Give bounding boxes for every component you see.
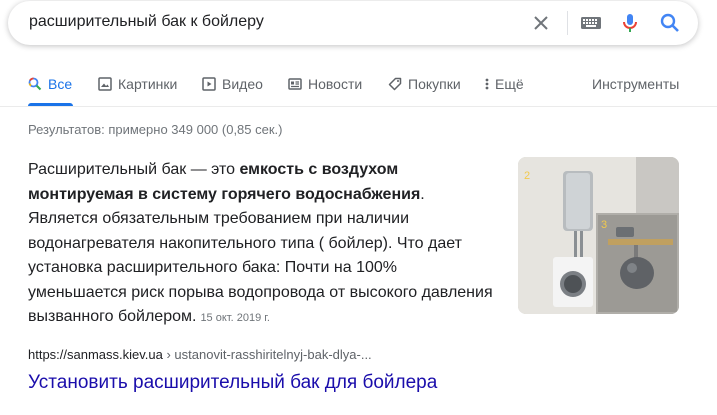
search-box[interactable]: расширительный бак к бойлеру (8, 1, 698, 45)
tab-video[interactable]: Видео (202, 76, 263, 92)
tab-more[interactable]: Ещё (484, 76, 524, 92)
more-vert-icon (485, 78, 489, 90)
result-url: https://sanmass.kiev.ua › ustanovit-rass… (28, 347, 372, 362)
tab-label: Картинки (118, 76, 178, 92)
tab-news[interactable]: Новости (288, 76, 362, 92)
clear-icon[interactable] (529, 11, 553, 35)
image-label-3: 3 (601, 219, 607, 231)
image-label-2: 2 (524, 170, 530, 182)
video-icon (202, 77, 216, 91)
keyboard-icon[interactable] (579, 11, 603, 35)
tab-images[interactable]: Картинки (98, 76, 177, 92)
snippet-date: 15 окт. 2019 г. (200, 312, 270, 324)
snippet-image[interactable]: 2 3 (518, 157, 679, 314)
image-icon (98, 77, 112, 91)
boiler-photo: 2 3 (518, 157, 679, 314)
tab-all[interactable]: Все (28, 76, 72, 92)
search-submit-icon[interactable] (658, 11, 682, 35)
result-path: › ustanovit-rasshiritelnyj-bak-dlya-... (162, 347, 372, 362)
search-input[interactable]: расширительный бак к бойлеру (29, 13, 264, 31)
active-tab-indicator (28, 103, 73, 106)
tab-label: Ещё (495, 76, 524, 92)
tab-label: Новости (308, 76, 363, 92)
tools-button[interactable]: Инструменты (592, 76, 679, 92)
search-tabs: Все Картинки Видео Новости Покупки Ещё И… (0, 66, 717, 107)
tools-label: Инструменты (592, 76, 680, 92)
result-stats: Результатов: примерно 349 000 (0,85 сек.… (28, 122, 283, 137)
tab-label: Все (48, 76, 73, 92)
microphone-icon[interactable] (618, 11, 642, 35)
featured-snippet: Расширительный бак — это емкость с возду… (28, 158, 498, 331)
search-icon (28, 77, 42, 91)
snippet-text: . Является обязательным требованием при … (28, 185, 493, 326)
search-divider (567, 11, 568, 35)
news-icon (288, 78, 302, 90)
tab-label: Покупки (408, 76, 461, 92)
tab-shopping[interactable]: Покупки (388, 76, 461, 92)
result-title-link[interactable]: Установить расширительный бак для бойлер… (28, 372, 437, 394)
snippet-intro: Расширительный бак — это (28, 161, 240, 178)
tag-icon (388, 77, 402, 91)
result-domain: https://sanmass.kiev.ua (28, 347, 163, 362)
tab-label: Видео (222, 76, 263, 92)
